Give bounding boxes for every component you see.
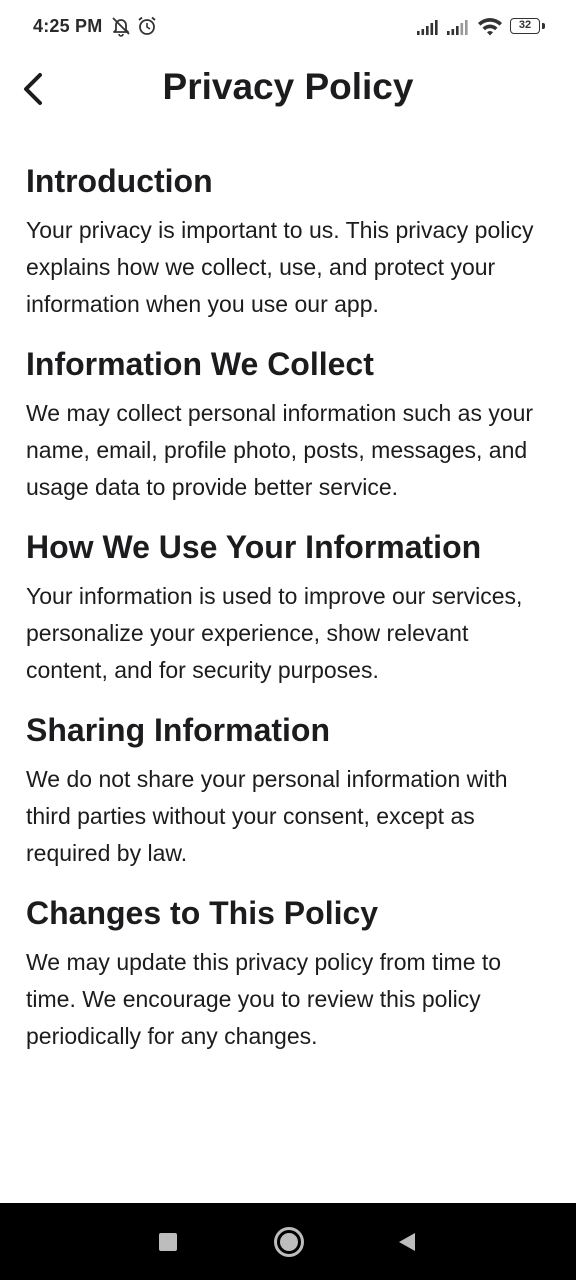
section-heading: Introduction <box>26 163 213 199</box>
section-heading: Sharing Information <box>26 712 330 748</box>
back-triangle-icon <box>399 1233 415 1251</box>
section-heading: How We Use Your Information <box>26 529 482 565</box>
system-nav-bar <box>0 1203 576 1280</box>
section-heading: Information We Collect <box>26 346 374 382</box>
section-heading: Changes to This Policy <box>26 895 379 931</box>
status-bar: 4:25 PM 32 <box>0 0 576 56</box>
battery-level: 32 <box>518 19 532 31</box>
wifi-icon <box>477 17 503 42</box>
battery-icon: 32 <box>510 18 540 34</box>
battery-tip <box>542 23 545 29</box>
system-back-button[interactable] <box>366 1203 446 1280</box>
section-how-we-use: How We Use Your Information Your informa… <box>26 524 556 689</box>
section-sharing-information: Sharing Information We do not share your… <box>26 707 556 872</box>
mute-bell-icon <box>110 15 132 42</box>
alarm-icon <box>136 15 158 42</box>
section-information-we-collect: Information We Collect We may collect pe… <box>26 341 556 506</box>
home-button[interactable] <box>248 1203 328 1280</box>
recents-button[interactable] <box>128 1203 208 1280</box>
section-body: Your privacy is important to us. This pr… <box>26 217 534 317</box>
section-introduction: Introduction Your privacy is important t… <box>26 158 556 323</box>
section-changes-to-policy: Changes to This Policy We may update thi… <box>26 890 556 1055</box>
status-time: 4:25 PM <box>33 16 103 36</box>
page-title: Privacy Policy <box>162 66 414 107</box>
signal-icon <box>446 18 470 41</box>
section-body: We may update this privacy policy from t… <box>26 949 502 1049</box>
home-icon-inner <box>280 1233 298 1251</box>
section-body: Your information is used to improve our … <box>26 583 523 683</box>
signal-icon <box>416 18 440 41</box>
section-body: We do not share your personal informatio… <box>26 766 508 866</box>
policy-content: Introduction Your privacy is important t… <box>26 158 556 1073</box>
recents-icon <box>159 1233 177 1251</box>
app-bar: Privacy Policy <box>0 56 576 126</box>
section-body: We may collect personal information such… <box>26 400 534 500</box>
